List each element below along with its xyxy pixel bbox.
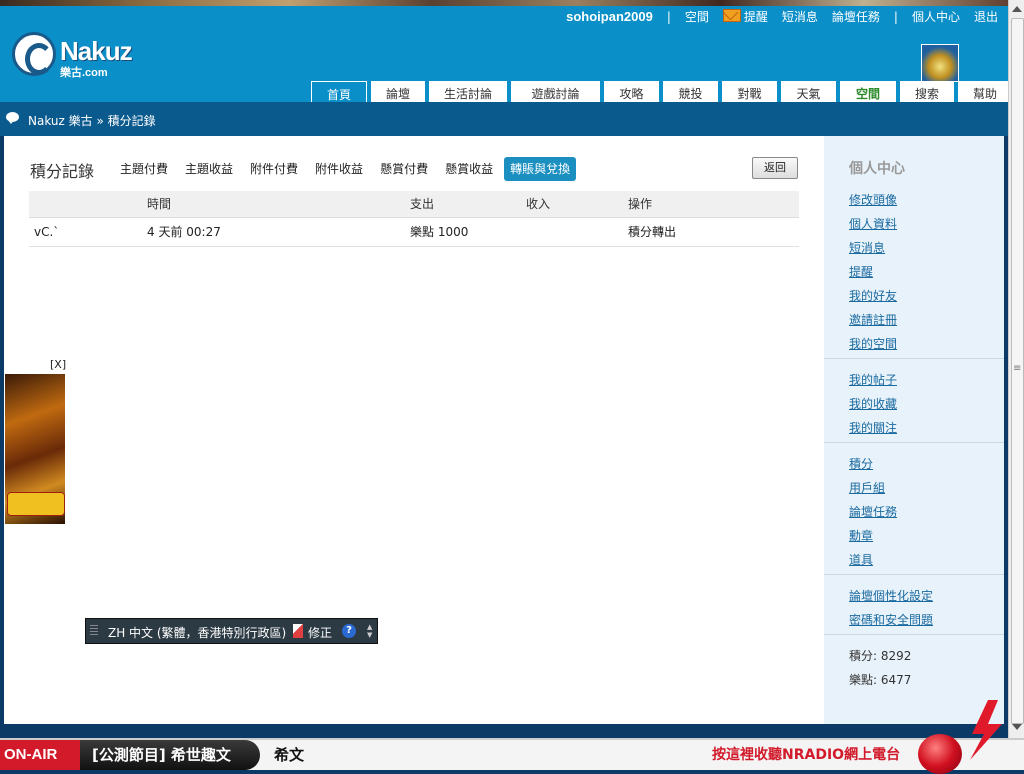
user-avatar[interactable]	[921, 44, 959, 82]
cell-time: 4 天前 00:27	[147, 225, 221, 239]
lepoint-total: 樂點: 6477	[849, 673, 912, 687]
user-center-sidebar: 個人中心 修改頭像 個人資料 短消息 提醒 我的好友 邀請註冊 我的空間 我的帖…	[824, 136, 1004, 724]
remind-label: 提醒	[743, 10, 768, 24]
sidebar-item-items[interactable]: 道具	[849, 551, 873, 568]
listen-radio-link[interactable]: 按這裡收聽NRADIO網上電台	[712, 740, 900, 770]
sidebar-item-credits[interactable]: 積分	[849, 455, 873, 472]
ime-language[interactable]: ZH 中文 (繁體，香港特別行政區)	[108, 624, 286, 641]
options-arrows-icon[interactable]: ▲ ▼	[367, 623, 373, 639]
top-user-nav: sohoipan2009 | 空間 提醒 短消息 論壇任務 | 個人中心 退出	[552, 8, 998, 25]
sidebar-item-my-posts[interactable]: 我的帖子	[849, 371, 897, 388]
cell-operation: 積分轉出	[628, 225, 677, 239]
logo-text: Nakuz	[60, 36, 133, 66]
radio-program: [公測節目] 希世趣文	[80, 740, 260, 770]
header-operation: 操作	[628, 197, 653, 211]
cell-expense: 樂點 1000	[410, 225, 469, 239]
onair-badge: ON-AIR	[0, 740, 80, 770]
sidebar-item-medals[interactable]: 勳章	[849, 527, 873, 544]
breadcrumb[interactable]: Nakuz 樂古 » 積分記錄	[28, 112, 156, 129]
speech-bubble-icon	[6, 112, 19, 124]
help-icon[interactable]: ?	[342, 624, 356, 638]
pen-icon	[293, 624, 303, 638]
subtab-attachment-pay[interactable]: 附件付費	[244, 157, 304, 181]
nav-separator: |	[893, 9, 898, 24]
sidebar-item-user-group[interactable]: 用戶組	[849, 479, 885, 496]
sidebar-item-friends[interactable]: 我的好友	[849, 287, 897, 304]
subtab-topic-pay[interactable]: 主題付費	[114, 157, 174, 181]
subtab-transfer-exchange[interactable]: 轉賬與兌換	[504, 157, 577, 181]
ad-game-logo	[7, 492, 65, 516]
sidebar-divider	[824, 358, 1004, 359]
site-logo[interactable]: Nakuz 樂古.com	[12, 32, 152, 82]
credit-subtabs: 主題付費 主題收益 附件付費 附件收益 懸賞付費 懸賞收益 轉賬與兌換	[114, 157, 581, 181]
subtab-reward-pay[interactable]: 懸賞付費	[374, 157, 434, 181]
table-header: 時間 支出 收入 操作	[29, 191, 799, 218]
grip-icon[interactable]	[90, 625, 98, 637]
sidebar-item-change-avatar[interactable]: 修改頭像	[849, 191, 897, 208]
nav-separator: |	[666, 9, 671, 24]
messages-link[interactable]: 短消息	[782, 8, 818, 25]
radio-ball-icon[interactable]	[918, 734, 962, 774]
personal-center-link[interactable]: 個人中心	[912, 8, 960, 25]
logo-subtext: 樂古.com	[60, 67, 108, 79]
subtab-topic-income[interactable]: 主題收益	[179, 157, 239, 181]
sidebar-item-favorites[interactable]: 我的收藏	[849, 395, 897, 412]
credit-total: 積分: 8292	[849, 649, 912, 663]
header-time: 時間	[147, 197, 172, 211]
sidebar-item-password-security[interactable]: 密碼和安全問題	[849, 611, 933, 628]
scroll-thumb[interactable]	[1011, 18, 1024, 724]
sidebar-heading: 個人中心	[849, 161, 905, 177]
site-header: Nakuz 樂古.com sohoipan2009 | 空間 提醒 短消息 論壇…	[0, 6, 1012, 107]
vertical-scrollbar[interactable]	[1008, 0, 1024, 738]
sidebar-item-invite[interactable]: 邀請註冊	[849, 311, 897, 328]
sidebar-item-reminders[interactable]: 提醒	[849, 263, 873, 280]
sidebar-item-profile[interactable]: 個人資料	[849, 215, 897, 232]
logo-mark-icon	[12, 32, 56, 76]
sidebar-item-my-space[interactable]: 我的空間	[849, 335, 897, 352]
sidebar-item-personalization[interactable]: 論壇個性化設定	[849, 587, 933, 604]
forum-tasks-link[interactable]: 論壇任務	[832, 8, 880, 25]
radio-song: 希文	[274, 746, 305, 764]
header-income: 收入	[526, 197, 551, 211]
sidebar-item-messages[interactable]: 短消息	[849, 239, 885, 256]
scroll-up-icon[interactable]	[1012, 6, 1022, 12]
sidebar-divider	[824, 574, 1004, 575]
header-expense: 支出	[410, 197, 435, 211]
ime-language-bar: ZH 中文 (繁體，香港特別行政區) 修正 ? ▲ ▼	[85, 618, 378, 644]
sidebar-divider	[824, 442, 1004, 443]
sidebar-divider	[824, 634, 1004, 635]
sidebar-item-following[interactable]: 我的關注	[849, 419, 897, 436]
side-advertisement[interactable]	[5, 374, 65, 524]
credit-log-table: 時間 支出 收入 操作 vC.` 4 天前 00:27 樂點 1000 積分轉出	[29, 191, 799, 247]
logout-link[interactable]: 退出	[974, 8, 998, 25]
username-link[interactable]: sohoipan2009	[566, 9, 653, 24]
back-button[interactable]: 返回	[752, 157, 798, 179]
ad-close-button[interactable]: [X]	[50, 358, 66, 371]
page-title: 積分記錄	[30, 162, 95, 181]
sidebar-item-forum-tasks[interactable]: 論壇任務	[849, 503, 897, 520]
cell-user[interactable]: vC.`	[34, 218, 59, 246]
subtab-reward-income[interactable]: 懸賞收益	[439, 157, 499, 181]
mail-icon	[722, 9, 741, 22]
table-row: vC.` 4 天前 00:27 樂點 1000 積分轉出	[29, 218, 799, 247]
scroll-down-icon[interactable]	[1012, 724, 1022, 730]
radio-footer-bar: ON-AIR [公測節目] 希世趣文 希文 按這裡收聽NRADIO網上電台	[0, 700, 1024, 774]
subtab-attachment-income[interactable]: 附件收益	[309, 157, 369, 181]
remind-link[interactable]: 提醒	[722, 8, 768, 25]
lightning-bolt-icon	[970, 700, 1002, 760]
space-link[interactable]: 空間	[685, 8, 709, 25]
ime-fix-button[interactable]: 修正	[308, 624, 332, 641]
breadcrumb-bar: Nakuz 樂古 » 積分記錄	[0, 102, 1008, 136]
